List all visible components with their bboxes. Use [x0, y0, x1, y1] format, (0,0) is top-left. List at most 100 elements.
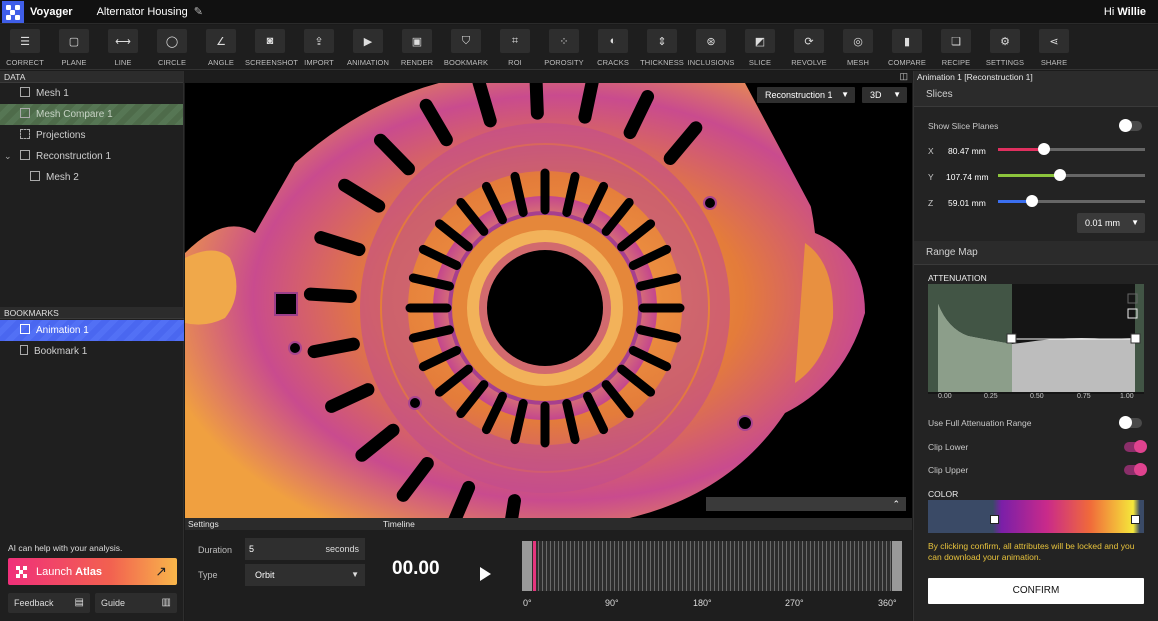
feedback-button[interactable]: Feedback ▤: [8, 593, 90, 613]
timeline-cursor[interactable]: [533, 541, 536, 591]
launch-atlas-button[interactable]: Launch Atlas ↗: [8, 558, 177, 585]
color-map-bar[interactable]: [928, 500, 1144, 533]
tool-angle-button[interactable]: ∠ ANGLE: [196, 29, 246, 67]
tool-screenshot-button[interactable]: ◙ SCREENSHOT: [245, 29, 299, 67]
tool-label: LINE: [114, 58, 132, 67]
tool-label: SLICE: [748, 58, 772, 67]
tool-label: THICKNESS: [640, 58, 684, 67]
slider-knob[interactable]: [1053, 169, 1066, 181]
full-range-toggle[interactable]: [1119, 416, 1142, 429]
time-display: 00.00: [392, 558, 440, 579]
tree-item-mesh-compare-1[interactable]: Mesh Compare 1: [0, 104, 183, 125]
play-square-icon: [20, 324, 30, 335]
view-mode-dropdown[interactable]: 3D ▼: [862, 87, 907, 103]
type-select[interactable]: Orbit ▼: [245, 564, 365, 586]
greeting-word: Hi: [1103, 6, 1115, 18]
tool-inclusions-button[interactable]: ⊛ INCLUSIONS: [686, 29, 736, 67]
tree-item-mesh-2[interactable]: Mesh 2: [0, 167, 183, 188]
tool-share-button[interactable]: ⋖ SHARE: [1029, 29, 1079, 67]
duration-unit: seconds: [325, 544, 359, 554]
tool-revolve-button[interactable]: ⟳ REVOLVE: [784, 29, 834, 67]
full-range-label: Use Full Attenuation Range: [928, 418, 1032, 428]
color-handle-upper[interactable]: [1131, 515, 1140, 524]
tool-import-button[interactable]: ⇪ IMPORT: [294, 29, 344, 67]
tool-label: REVOLVE: [791, 58, 827, 67]
tree-item-projections[interactable]: Projections: [0, 125, 183, 146]
clip-lower-toggle[interactable]: [1124, 440, 1147, 453]
tool-mesh-button[interactable]: ◎ MESH: [833, 29, 883, 67]
tool-label: ANGLE: [208, 58, 234, 67]
duration-input[interactable]: 5 seconds: [245, 538, 365, 560]
tool-label: SHARE: [1040, 58, 1068, 67]
tool-cracks-button[interactable]: ◐ CRACKS: [588, 29, 638, 67]
collapse-panel-button[interactable]: ⌃: [706, 497, 906, 511]
feedback-icon: ▤: [74, 597, 84, 608]
slice-y-slider[interactable]: [998, 169, 1145, 181]
timeline-end-handle[interactable]: [892, 541, 902, 591]
play-icon[interactable]: [480, 567, 491, 581]
thickness-icon: ⇕: [647, 29, 677, 53]
porosity-icon: ⁘: [549, 29, 579, 53]
step-size-dropdown[interactable]: 0.01 mm ▼: [1077, 213, 1145, 233]
gear-icon: ⚙: [990, 29, 1020, 53]
voyager-logo-icon[interactable]: [2, 0, 24, 23]
tool-slice-button[interactable]: ◩ SLICE: [735, 29, 785, 67]
caret-down-icon: ▼: [893, 90, 901, 99]
tree-item-label: Mesh 1: [36, 88, 69, 99]
chevron-down-icon[interactable]: ⌄: [4, 146, 12, 167]
animation-title: Animation 1 [Reconstruction 1]: [914, 71, 1158, 83]
tool-plane-button[interactable]: ▢ PLANE: [49, 29, 99, 67]
attenuation-label: ATTENUATION: [928, 273, 987, 283]
tool-correct-button[interactable]: ☰ CORRECT: [0, 29, 50, 67]
tool-roi-button[interactable]: ⌗ ROI: [490, 29, 540, 67]
tool-bookmark-button[interactable]: ⛉ BOOKMARK: [441, 29, 491, 67]
circle-icon: ◯: [157, 29, 187, 53]
attenuation-histogram[interactable]: [928, 284, 1144, 394]
tool-animation-button[interactable]: ▶ ANIMATION: [343, 29, 393, 67]
tree-item-label: Mesh 2: [46, 172, 79, 183]
user-greeting[interactable]: Hi Willie: [1104, 6, 1146, 18]
tool-porosity-button[interactable]: ⁘ POROSITY: [539, 29, 589, 67]
color-handle-lower[interactable]: [990, 515, 999, 524]
tool-label: CRACKS: [597, 58, 629, 67]
timeline-start-handle[interactable]: [522, 541, 532, 591]
share-icon: ⋖: [1039, 29, 1069, 53]
tree-item-label: Mesh Compare 1: [36, 109, 113, 120]
slider-knob[interactable]: [1037, 143, 1050, 155]
tool-label: SCREENSHOT: [245, 58, 299, 67]
slider-knob[interactable]: [1025, 195, 1038, 207]
slice-z-slider[interactable]: [998, 195, 1145, 207]
tool-recipe-button[interactable]: ❏ RECIPE: [931, 29, 981, 67]
tool-label: ANIMATION: [346, 58, 389, 67]
upload-icon: ⇪: [304, 29, 334, 53]
show-slice-planes-toggle[interactable]: [1119, 119, 1142, 132]
tool-thickness-button[interactable]: ⇕ THICKNESS: [637, 29, 687, 67]
tool-circle-button[interactable]: ◯ CIRCLE: [147, 29, 197, 67]
3d-viewport[interactable]: [185, 83, 912, 518]
project-name[interactable]: Alternator Housing: [97, 6, 188, 18]
atten-tick: 0.75: [1077, 393, 1091, 400]
housing-vent: [303, 287, 357, 304]
app-name: Voyager: [30, 5, 73, 18]
split-view-icon[interactable]: ◫: [899, 71, 908, 82]
timeline-track[interactable]: [522, 541, 902, 591]
tree-item-reconstruction-1[interactable]: ⌄ Reconstruction 1: [0, 146, 183, 167]
tree-item-mesh-1[interactable]: Mesh 1: [0, 83, 183, 104]
slice-x-slider[interactable]: [998, 143, 1145, 155]
edit-pencil-icon[interactable]: ✎: [194, 5, 203, 18]
tool-render-button[interactable]: ▣ RENDER: [392, 29, 442, 67]
confirm-button[interactable]: CONFIRM: [928, 578, 1144, 604]
atten-tick: 0.25: [984, 393, 998, 400]
guide-button[interactable]: Guide ▥: [95, 593, 177, 613]
reconstruction-dropdown[interactable]: Reconstruction 1 ▼: [757, 87, 855, 103]
tool-line-button[interactable]: ⟷ LINE: [98, 29, 148, 67]
tool-compare-button[interactable]: ▮ COMPARE: [882, 29, 932, 67]
tool-settings-button[interactable]: ⚙ SETTINGS: [980, 29, 1030, 67]
view-mode-value: 3D: [870, 90, 882, 100]
clip-upper-toggle[interactable]: [1124, 463, 1147, 476]
bookmark-item-animation-1[interactable]: Animation 1: [0, 320, 184, 341]
bookmark-item-bookmark-1[interactable]: Bookmark 1: [0, 341, 184, 362]
document-icon: ▥: [161, 597, 171, 608]
tool-label: IMPORT: [304, 58, 334, 67]
tool-label: COMPARE: [887, 58, 927, 67]
